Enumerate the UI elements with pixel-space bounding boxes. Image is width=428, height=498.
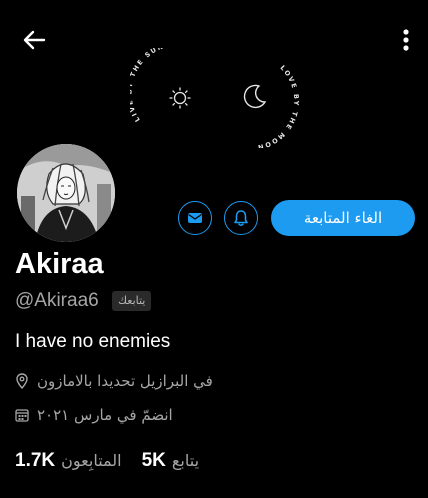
unfollow-button[interactable]: الغاء المتابعة	[271, 200, 415, 236]
handle: @Akiraa6	[15, 290, 99, 311]
arrow-left-icon	[23, 30, 46, 50]
more-options-button[interactable]	[402, 28, 410, 52]
bell-icon	[234, 210, 248, 226]
followers-stat[interactable]: 1.7K المتابِعون	[15, 450, 122, 472]
mail-icon	[188, 213, 202, 223]
bio: I have no enemies	[15, 331, 171, 352]
avatar[interactable]	[14, 141, 118, 245]
more-vertical-icon	[403, 29, 409, 51]
moon-icon	[243, 84, 267, 109]
back-button[interactable]	[20, 26, 48, 54]
display-name: Akiraa	[15, 248, 104, 280]
following-count: 5K	[141, 450, 166, 471]
joined-text: انضمّ في مارس ٢٠٢١	[37, 406, 173, 424]
location-text: في البرازيل تحديدا بالامازون	[37, 372, 213, 390]
stats-row: 1.7K المتابِعون 5K يتابع	[15, 450, 199, 472]
following-label: يتابع	[171, 451, 200, 470]
profile-banner: LIVE BY THE SUN LOVE BY THE MOON	[125, 42, 305, 152]
banner-sun-text: LIVE BY THE SUN	[130, 48, 166, 123]
notifications-button[interactable]	[224, 201, 258, 235]
calendar-icon	[15, 409, 29, 422]
location-pin-icon	[16, 373, 28, 389]
followers-label: المتابِعون	[61, 451, 122, 470]
sun-icon	[169, 87, 191, 109]
message-button[interactable]	[178, 201, 212, 235]
joined-row: انضمّ في مارس ٢٠٢١	[15, 406, 173, 424]
location-row: في البرازيل تحديدا بالامازون	[15, 372, 213, 390]
follows-you-badge: يتابعك	[112, 291, 152, 311]
followers-count: 1.7K	[15, 450, 56, 471]
following-stat[interactable]: 5K يتابع	[142, 450, 199, 472]
